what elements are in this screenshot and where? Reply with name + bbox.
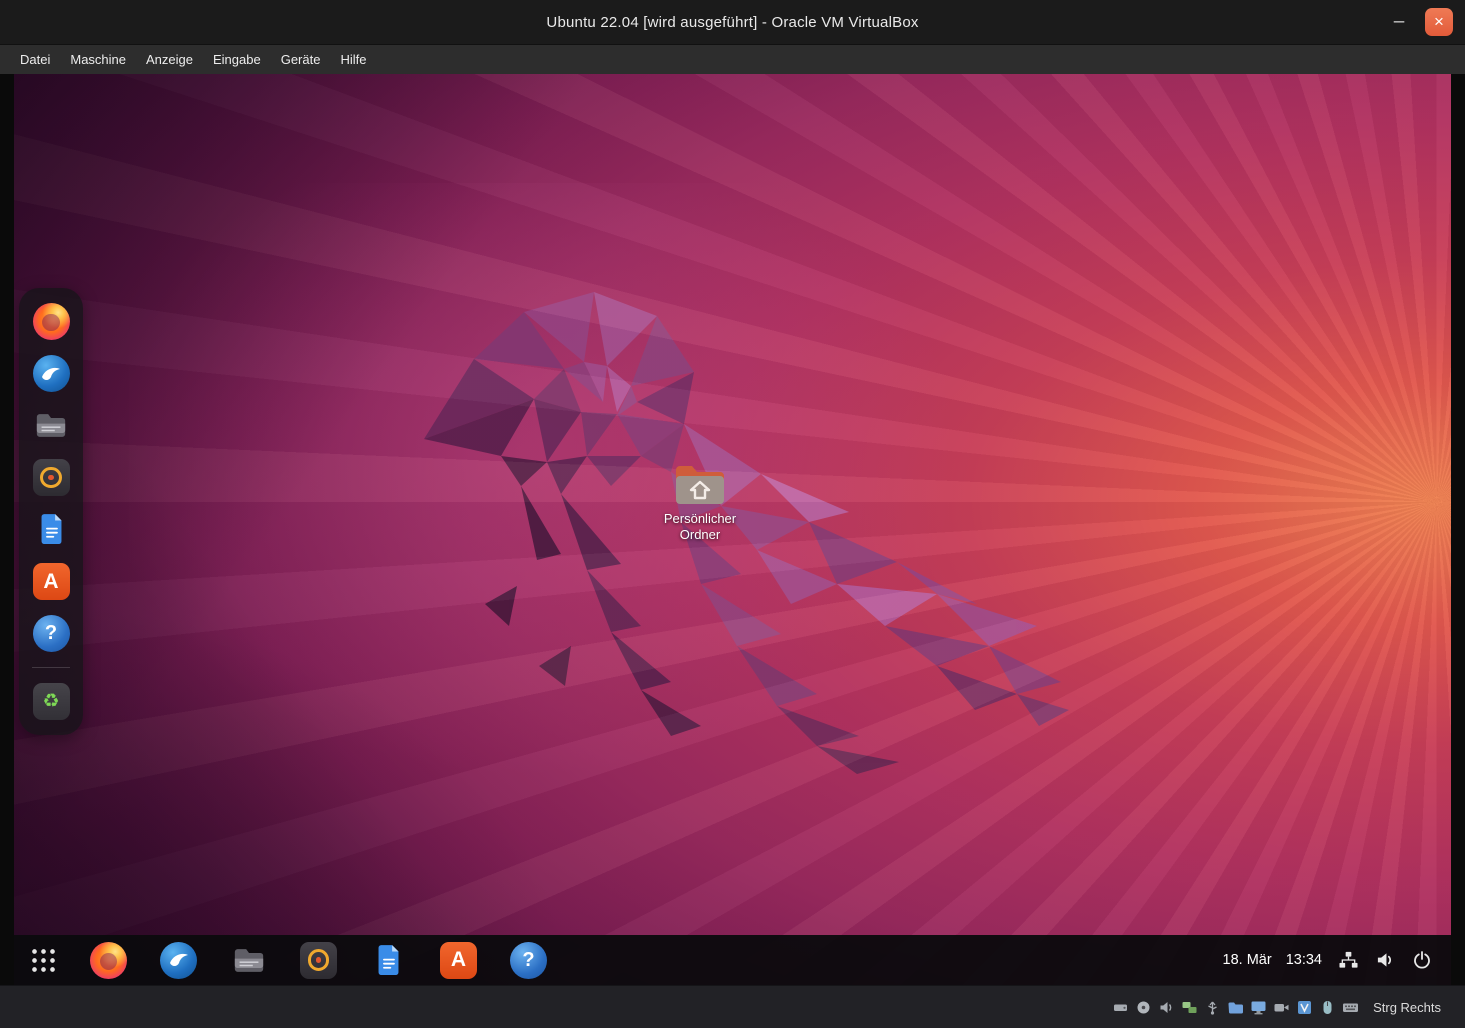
display-status-icon[interactable] (1249, 998, 1267, 1016)
panel-item-firefox[interactable] (90, 941, 127, 979)
usb-status-icon[interactable] (1203, 998, 1221, 1016)
power-icon (1414, 951, 1430, 969)
files-icon (234, 948, 263, 972)
dock-item-libreoffice-writer[interactable] (33, 511, 70, 548)
speaker-icon (1377, 953, 1391, 967)
shared-folders-status-icon[interactable] (1226, 998, 1244, 1016)
menu-item-geraete[interactable]: Geräte (271, 48, 331, 71)
panel-item-files[interactable] (230, 942, 267, 979)
close-button[interactable]: × (1425, 8, 1453, 36)
menu-item-datei[interactable]: Datei (10, 48, 60, 71)
window-title: Ubuntu 22.04 [wird ausgeführt] - Oracle … (546, 13, 919, 31)
dock-item-help[interactable]: ? (32, 615, 70, 652)
panel-status-area: 18. Mär 13:34 (1223, 949, 1451, 971)
optical-drives-status-icon[interactable] (1134, 998, 1152, 1016)
bottom-panel: A ? 18. Mär 13:34 (14, 935, 1451, 985)
trash-icon: ♻ (42, 691, 60, 712)
dock-item-thunderbird[interactable] (32, 355, 70, 392)
dock-item-app-center[interactable]: A (32, 563, 70, 600)
panel-item-show-applications[interactable] (30, 947, 57, 974)
panel-clock[interactable]: 18. Mär 13:34 (1223, 952, 1322, 968)
network-icon (1338, 951, 1358, 968)
network-status-icon[interactable] (1180, 998, 1198, 1016)
virtualbox-window: Ubuntu 22.04 [wird ausgeführt] - Oracle … (0, 0, 1465, 1028)
recording-status-icon[interactable] (1272, 998, 1290, 1016)
clock-time: 13:34 (1285, 952, 1322, 968)
libreoffice-writer-icon (378, 944, 399, 975)
menu-item-anzeige[interactable]: Anzeige (136, 48, 203, 71)
window-controls: – × (1385, 8, 1453, 36)
thunderbird-icon (169, 953, 188, 966)
panel-item-thunderbird[interactable] (160, 941, 197, 979)
titlebar[interactable]: Ubuntu 22.04 [wird ausgeführt] - Oracle … (0, 0, 1465, 45)
panel-item-help[interactable]: ? (510, 941, 547, 979)
volume-status[interactable] (1374, 949, 1396, 971)
help-glyph: ? (44, 622, 58, 644)
vbox-statusbar: Strg Rechts (0, 985, 1465, 1028)
power-menu[interactable] (1411, 949, 1433, 971)
dock: A ? ♻ (19, 288, 83, 735)
panel-item-libreoffice-writer[interactable] (370, 942, 407, 979)
menu-item-eingabe[interactable]: Eingabe (203, 48, 271, 71)
menu-item-hilfe[interactable]: Hilfe (330, 48, 376, 71)
thunderbird-icon (42, 367, 60, 380)
features-status-icon[interactable] (1295, 998, 1313, 1016)
dock-item-firefox[interactable] (32, 303, 70, 340)
panel-item-app-center[interactable]: A (440, 941, 477, 979)
network-status[interactable] (1337, 949, 1359, 971)
libreoffice-writer-icon (41, 514, 61, 544)
mouse-integration-status-icon[interactable] (1318, 998, 1336, 1016)
menubar: Datei Maschine Anzeige Eingabe Geräte Hi… (0, 45, 1465, 74)
dock-item-files[interactable] (33, 407, 70, 444)
home-folder-icon (676, 466, 724, 504)
dock-item-rhythmbox[interactable] (32, 459, 70, 496)
minimize-button[interactable]: – (1385, 8, 1413, 36)
clock-date: 18. Mär (1222, 952, 1272, 968)
desktop-icon-home[interactable]: Persönlicher Ordner (645, 462, 755, 544)
panel-item-rhythmbox[interactable] (300, 941, 337, 979)
dock-divider (32, 667, 70, 668)
host-key-label: Strg Rechts (1373, 999, 1441, 1015)
app-center-glyph: A (450, 948, 467, 971)
keyboard-status-icon[interactable] (1341, 998, 1359, 1016)
panel-launchers: A ? (14, 941, 547, 979)
app-center-glyph: A (43, 569, 59, 593)
hard-disks-status-icon[interactable] (1111, 998, 1129, 1016)
app-grid-icon (32, 948, 55, 972)
help-glyph: ? (522, 948, 535, 971)
vm-display: A ? ♻ Persönlicher Ordner A ? 18. Mär 13… (14, 74, 1451, 985)
menu-item-maschine[interactable]: Maschine (60, 48, 136, 71)
desktop-icon-label: Persönlicher Ordner (663, 511, 737, 543)
audio-status-icon[interactable] (1157, 998, 1175, 1016)
dock-item-trash[interactable]: ♻ (32, 683, 70, 720)
files-icon (36, 414, 66, 437)
